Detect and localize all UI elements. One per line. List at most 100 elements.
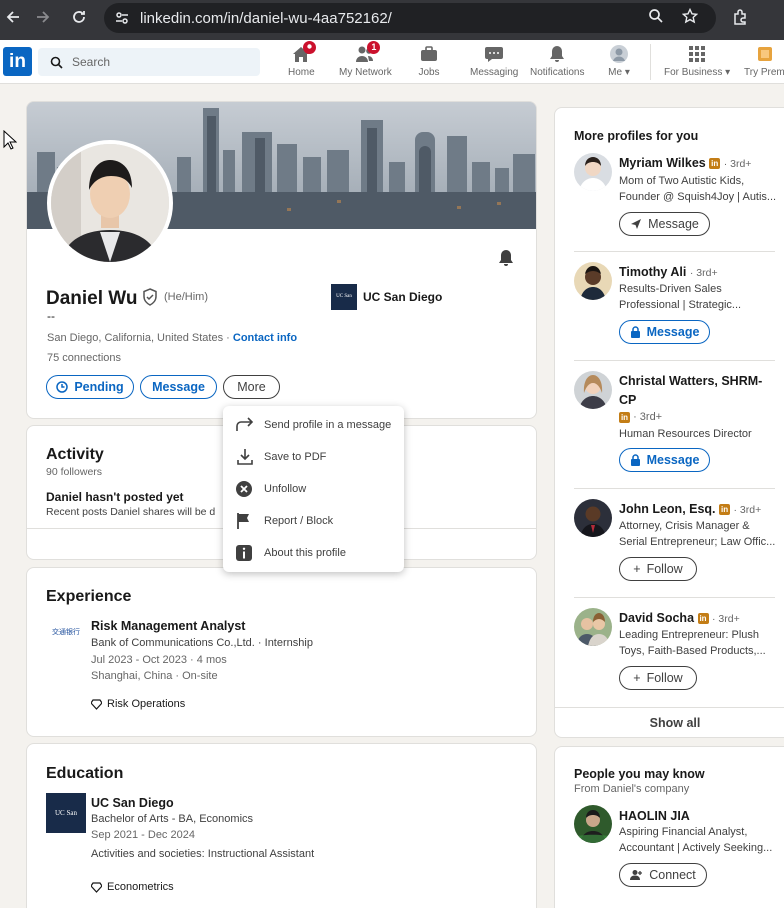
follow-button-label: Follow xyxy=(646,562,683,576)
person-name[interactable]: David Socha in · 3rd+ xyxy=(619,611,740,625)
forward-arrow-icon[interactable] xyxy=(30,4,56,30)
nav-me[interactable]: Me ▾ xyxy=(608,44,630,78)
follow-button[interactable]: + Follow xyxy=(619,666,697,690)
plus-icon: + xyxy=(633,562,641,576)
company-logo[interactable]: 交通银行 xyxy=(48,626,84,640)
zoom-icon[interactable] xyxy=(648,8,664,29)
person-headline-2: Founder @ Squish4Joy | Autis... xyxy=(619,191,777,203)
person-degree-line: in · 3rd+ xyxy=(619,411,662,423)
message-button[interactable]: Message xyxy=(140,375,217,399)
reload-icon[interactable] xyxy=(66,4,92,30)
person-name[interactable]: Timothy Ali · 3rd+ xyxy=(619,265,718,279)
skill-diamond-icon xyxy=(91,881,102,893)
nav-home[interactable]: Home xyxy=(288,41,317,78)
bell-icon xyxy=(546,44,568,64)
menu-item-send-profile[interactable]: Send profile in a message xyxy=(235,415,391,435)
profile-photo[interactable] xyxy=(47,140,173,266)
notification-bell-icon[interactable] xyxy=(497,249,515,272)
divider xyxy=(574,251,775,252)
nav-for-business[interactable]: For Business ▾ xyxy=(664,44,730,78)
search-input[interactable]: Search xyxy=(38,48,260,76)
menu-item-send-profile-label: Send profile in a message xyxy=(264,419,392,431)
menu-item-about-profile-label: About this profile xyxy=(264,547,346,559)
nav-my-network[interactable]: 1 My Network xyxy=(339,41,392,78)
nav-notifications[interactable]: Notifications xyxy=(530,44,584,78)
person-name[interactable]: Myriam Wilkes in · 3rd+ xyxy=(619,156,751,170)
bookmark-star-icon[interactable] xyxy=(681,7,699,29)
follow-button[interactable]: + Follow xyxy=(619,557,697,581)
linkedin-logo[interactable]: in xyxy=(3,47,32,76)
connections-count[interactable]: 75 connections xyxy=(47,352,121,364)
profile-avatar[interactable] xyxy=(574,262,612,300)
more-button[interactable]: More xyxy=(223,375,280,399)
person-headline-1: Aspiring Financial Analyst, xyxy=(619,826,748,838)
contact-info-link[interactable]: Contact info xyxy=(233,332,297,344)
message-label: Message xyxy=(152,380,205,394)
connect-button[interactable]: Connect xyxy=(619,863,707,887)
menu-item-unfollow[interactable]: Unfollow xyxy=(235,479,306,499)
nav-try-premium-label: Try Premi xyxy=(744,67,784,78)
profile-avatar[interactable] xyxy=(574,805,612,843)
skill-diamond-icon xyxy=(91,698,102,710)
person-headline-1: Leading Entrepreneur: Plush xyxy=(619,629,760,641)
education-skill: Econometrics xyxy=(91,881,174,893)
person-name[interactable]: Christal Watters, SHRM- xyxy=(619,374,762,388)
nav-me-label-wrap: Me ▾ xyxy=(608,67,630,78)
nav-for-business-label: For Business xyxy=(664,67,723,78)
menu-item-save-pdf[interactable]: Save to PDF xyxy=(235,447,326,467)
download-icon xyxy=(235,448,257,466)
lock-icon xyxy=(630,326,641,338)
person-headline-1: Results-Driven Sales xyxy=(619,283,722,295)
message-button-label: Message xyxy=(646,453,700,467)
menu-item-unfollow-label: Unfollow xyxy=(264,483,307,495)
people-know-title: People you may know xyxy=(574,767,705,781)
verified-shield-icon[interactable] xyxy=(142,288,158,311)
people-you-may-know-card: People you may know From Daniel's compan… xyxy=(554,746,784,908)
back-arrow-icon[interactable] xyxy=(0,4,26,30)
network-badge: 1 xyxy=(367,41,381,54)
extensions-icon[interactable] xyxy=(732,8,750,31)
divider xyxy=(555,707,784,708)
person-headline-1: Mom of Two Autistic Kids, xyxy=(619,175,745,187)
nav-jobs[interactable]: Jobs xyxy=(418,44,440,78)
pending-button[interactable]: Pending xyxy=(46,375,134,399)
connection-degree: · 3rd+ xyxy=(733,504,762,516)
person-name-continued[interactable]: CP xyxy=(619,393,636,407)
no-posts-title: Daniel hasn't posted yet xyxy=(46,490,184,504)
nav-try-premium[interactable]: Try Premi xyxy=(744,44,784,78)
message-bubble-icon xyxy=(483,44,505,64)
experience-role: Risk Management Analyst xyxy=(91,619,246,633)
location-line: San Diego, California, United States · C… xyxy=(47,332,298,344)
more-dropdown-menu: Send profile in a message Save to PDF Un… xyxy=(223,406,404,572)
menu-item-about-profile[interactable]: About this profile xyxy=(235,543,346,563)
school-name[interactable]: UC San Diego xyxy=(363,290,442,304)
pronouns: (He/Him) xyxy=(164,291,208,303)
education-activities: Activities and societies: Instructional … xyxy=(91,848,315,860)
message-button[interactable]: Message xyxy=(619,212,710,236)
person-headline-2: Serial Entrepreneur; Law Offic... xyxy=(619,536,776,548)
message-button[interactable]: Message xyxy=(619,448,710,472)
divider xyxy=(574,360,775,361)
person-name[interactable]: HAOLIN JIA xyxy=(619,809,690,823)
followers-count[interactable]: 90 followers xyxy=(46,466,102,478)
person-name[interactable]: John Leon, Esq. in · 3rd+ xyxy=(619,502,761,516)
message-button[interactable]: Message xyxy=(619,320,710,344)
show-all-button[interactable]: Show all xyxy=(555,716,784,730)
profile-avatar[interactable] xyxy=(574,371,612,409)
education-school-logo[interactable]: UC San Diego xyxy=(46,793,86,857)
experience-card: Experience 交通银行 Risk Management Analyst … xyxy=(26,567,537,737)
school-logo[interactable]: UC San Diego xyxy=(331,284,357,325)
profile-avatar[interactable] xyxy=(574,608,612,646)
profile-avatar[interactable] xyxy=(574,499,612,537)
menu-item-save-pdf-label: Save to PDF xyxy=(264,451,327,463)
site-settings-icon[interactable] xyxy=(114,10,130,31)
home-badge xyxy=(303,41,317,54)
education-skill-label: Econometrics xyxy=(107,881,174,893)
education-dates: Sep 2021 - Dec 2024 xyxy=(91,829,195,841)
profile-avatar[interactable] xyxy=(574,153,612,191)
nav-messaging[interactable]: Messaging xyxy=(470,44,518,78)
person-headline-1: Attorney, Crisis Manager & xyxy=(619,520,750,532)
menu-item-report-block-label: Report / Block xyxy=(264,515,334,527)
menu-item-report-block[interactable]: Report / Block xyxy=(235,511,333,531)
address-bar[interactable]: linkedin.com/in/daniel-wu-4aa752162/ xyxy=(104,3,716,33)
